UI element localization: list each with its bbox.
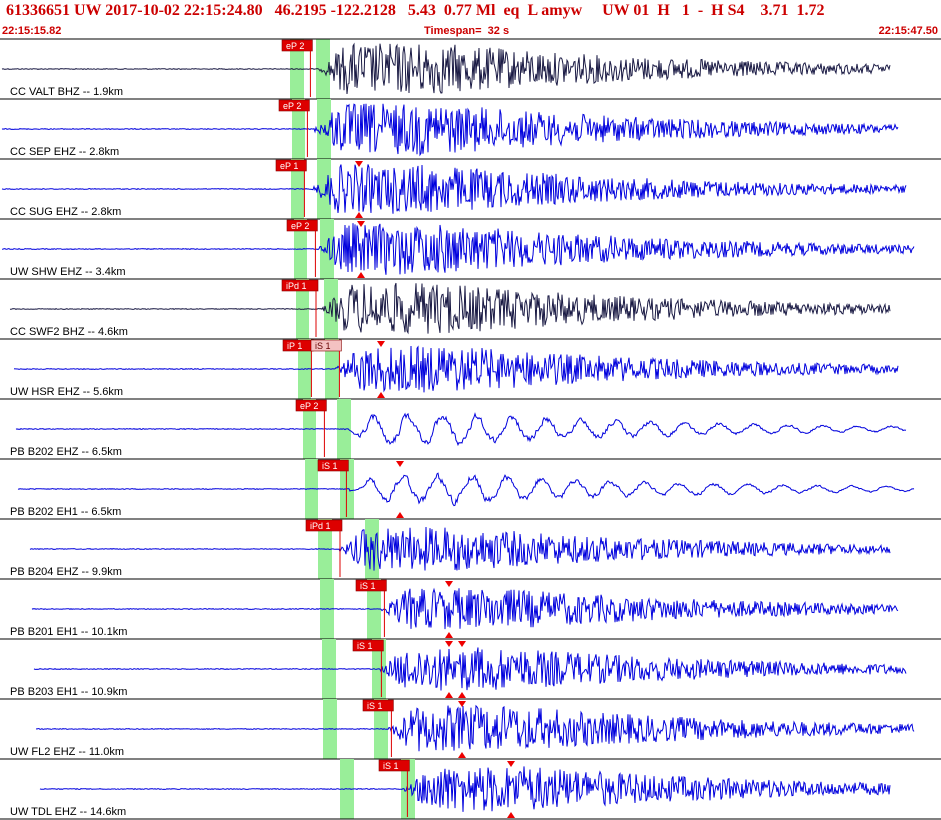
pick-label: iP 1 xyxy=(287,341,302,351)
waveform-trace xyxy=(1,42,891,95)
pick-label: eP 2 xyxy=(283,101,301,111)
waveform-trace xyxy=(1,164,907,214)
arrival-marker-top[interactable] xyxy=(355,161,363,167)
trace-panel[interactable]: iS 1 xyxy=(0,699,941,760)
pick-label: iPd 1 xyxy=(310,521,331,531)
pick-label: iS 1 xyxy=(315,341,331,351)
arrival-marker-top[interactable] xyxy=(458,701,466,707)
arrival-marker-bottom[interactable] xyxy=(396,512,404,518)
arrival-marker-bottom[interactable] xyxy=(458,752,466,758)
waveform-trace xyxy=(17,472,915,507)
arrival-marker-bottom[interactable] xyxy=(357,272,365,278)
arrival-marker-top[interactable] xyxy=(458,641,466,647)
waveform-trace xyxy=(15,412,907,447)
pick-label: iPd 1 xyxy=(286,281,307,291)
pick-label: iS 1 xyxy=(383,761,399,771)
waveform-trace xyxy=(39,766,891,812)
trace-panel[interactable]: eP 2 xyxy=(0,99,941,160)
pick-label: eP 1 xyxy=(280,161,298,171)
trace-panel[interactable]: iPd 1 xyxy=(0,279,941,340)
seismogram-viewer: { "header": { "title": "61336651 UW 2017… xyxy=(0,0,941,820)
waveform-trace xyxy=(33,647,907,691)
trace-panel[interactable]: iS 1 xyxy=(0,579,941,640)
arrival-marker-bottom[interactable] xyxy=(355,212,363,218)
trace-panel[interactable]: iS 1 xyxy=(0,639,941,700)
arrival-marker-bottom[interactable] xyxy=(458,692,466,698)
arrival-marker-bottom[interactable] xyxy=(445,692,453,698)
waveform-trace xyxy=(9,282,891,335)
trace-panel[interactable]: iS 1 xyxy=(0,459,941,520)
arrival-marker-bottom[interactable] xyxy=(445,632,453,638)
pick-label: iS 1 xyxy=(322,461,338,471)
trace-panel[interactable]: iP 1 iS 1 xyxy=(0,339,941,400)
pick-label: iS 1 xyxy=(367,701,383,711)
pick-label: eP 2 xyxy=(300,401,318,411)
arrival-marker-top[interactable] xyxy=(507,761,515,767)
waveform-trace xyxy=(1,223,915,275)
pick-label: eP 2 xyxy=(291,221,309,231)
arrival-marker-top[interactable] xyxy=(377,341,385,347)
trace-panel[interactable]: eP 2 xyxy=(0,39,941,100)
trace-panel[interactable]: iPd 1 xyxy=(0,519,941,580)
arrival-marker-top[interactable] xyxy=(396,461,404,467)
waveform-trace xyxy=(1,103,899,157)
arrival-marker-top[interactable] xyxy=(357,221,365,227)
waveform-trace xyxy=(31,587,899,630)
pick-label: iS 1 xyxy=(357,641,373,651)
waveform-trace xyxy=(35,704,915,752)
trace-plot-area[interactable]: eP 2 eP 2 eP 1 eP 2 iPd 1 iP 1 iS 1 eP 2 iS 1 iPd… xyxy=(0,0,941,820)
waveform-trace xyxy=(13,345,899,393)
trace-panel[interactable]: iS 1 xyxy=(0,759,941,820)
pick-label: eP 2 xyxy=(286,41,304,51)
waveform-trace xyxy=(29,526,891,571)
pick-label: iS 1 xyxy=(360,581,376,591)
trace-panel[interactable]: eP 1 xyxy=(0,159,941,220)
arrival-marker-top[interactable] xyxy=(445,581,453,587)
arrival-marker-bottom[interactable] xyxy=(377,392,385,398)
trace-panel[interactable]: eP 2 xyxy=(0,219,941,280)
arrival-marker-bottom[interactable] xyxy=(507,812,515,818)
trace-panel[interactable]: eP 2 xyxy=(0,399,941,460)
arrival-marker-top[interactable] xyxy=(445,641,453,647)
